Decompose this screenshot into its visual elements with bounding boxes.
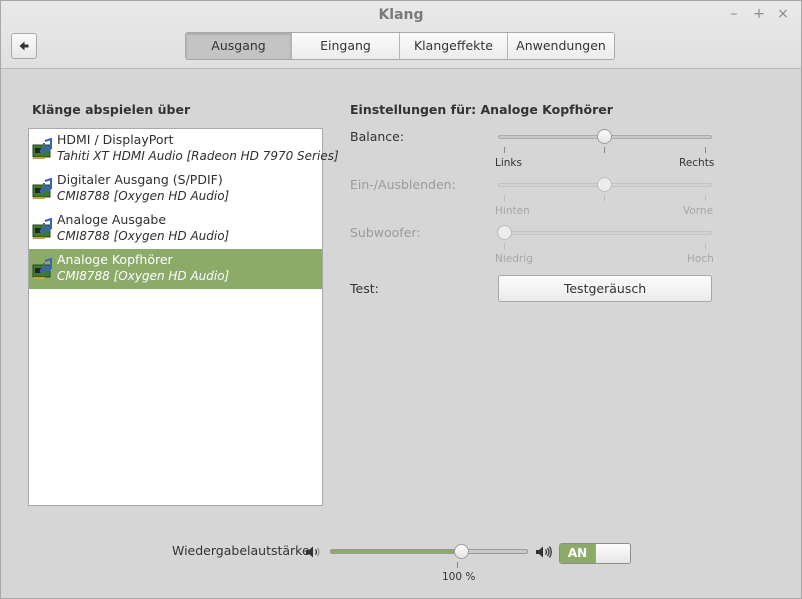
balance-label: Balance:: [350, 129, 405, 144]
fade-label: Ein-/Ausblenden:: [350, 177, 456, 192]
sound-settings-window: Klang – + × Ausgang Eingang Klangeffekte…: [0, 0, 802, 599]
mute-toggle-switch[interactable]: AN: [559, 543, 631, 564]
tab-bar: Ausgang Eingang Klangeffekte Anwendungen: [185, 32, 615, 60]
subwoofer-slider-knob[interactable]: [497, 225, 512, 240]
test-label: Test:: [350, 281, 379, 296]
subwoofer-left-label: Niedrig: [495, 253, 533, 265]
balance-tick-center: [604, 147, 605, 153]
volume-slider-fill: [331, 550, 463, 553]
tab-output[interactable]: Ausgang: [186, 33, 292, 59]
back-button[interactable]: [11, 33, 37, 59]
balance-left-label: Links: [495, 157, 522, 169]
tab-input[interactable]: Eingang: [292, 33, 400, 59]
device-item-spdif[interactable]: Digitaler Ausgang (S/PDIF) CMI8788 [Oxyg…: [29, 169, 322, 209]
device-name: HDMI / DisplayPort: [57, 132, 174, 147]
balance-tick-right: [705, 147, 706, 153]
toggle-handle: [595, 544, 630, 563]
device-item-analog-output[interactable]: Analoge Ausgabe CMI8788 [Oxygen HD Audio…: [29, 209, 322, 249]
device-description: CMI8788 [Oxygen HD Audio]: [57, 189, 230, 203]
subwoofer-slider[interactable]: [498, 231, 712, 235]
volume-low-icon: [306, 546, 320, 558]
window-title: Klang: [378, 7, 424, 23]
subwoofer-tick-right: [705, 243, 706, 249]
fade-slider-knob[interactable]: [597, 177, 612, 192]
device-list-title: Klänge abspielen über: [32, 102, 191, 117]
sound-card-icon: [32, 258, 52, 279]
fade-tick-right: [705, 195, 706, 201]
balance-tick-left: [504, 147, 505, 153]
maximize-button[interactable]: +: [750, 5, 768, 23]
volume-slider-knob[interactable]: [454, 544, 469, 559]
balance-slider-knob[interactable]: [597, 129, 612, 144]
tab-applications[interactable]: Anwendungen: [508, 33, 614, 59]
device-description: CMI8788 [Oxygen HD Audio]: [57, 269, 230, 283]
device-description: CMI8788 [Oxygen HD Audio]: [57, 229, 230, 243]
device-item-analog-headphones[interactable]: Analoge Kopfhörer CMI8788 [Oxygen HD Aud…: [29, 249, 322, 289]
subwoofer-right-label: Hoch: [687, 253, 714, 265]
arrow-left-icon: [19, 41, 29, 51]
toggle-on-label: AN: [560, 544, 595, 563]
fade-left-label: Hinten: [495, 205, 530, 217]
fade-right-label: Vorne: [683, 205, 714, 217]
subwoofer-tick-left: [504, 243, 505, 249]
tab-sound-effects[interactable]: Klangeffekte: [400, 33, 508, 59]
device-list: HDMI / DisplayPort Tahiti XT HDMI Audio …: [28, 128, 339, 506]
titlebar: Klang – + × Ausgang Eingang Klangeffekte…: [1, 1, 801, 69]
minimize-button[interactable]: –: [725, 5, 743, 23]
volume-high-icon: [536, 546, 552, 558]
device-name: Digitaler Ausgang (S/PDIF): [57, 172, 223, 187]
sound-card-icon: [32, 138, 52, 159]
subwoofer-label: Subwoofer:: [350, 225, 421, 240]
sound-card-icon: [32, 218, 52, 239]
device-item-hdmi[interactable]: HDMI / DisplayPort Tahiti XT HDMI Audio …: [29, 129, 339, 169]
close-button[interactable]: ×: [774, 5, 792, 23]
volume-slider[interactable]: [330, 549, 528, 554]
volume-tick-100: [457, 562, 458, 568]
device-name: Analoge Ausgabe: [57, 212, 167, 227]
test-sound-button[interactable]: Testgeräusch: [498, 275, 712, 302]
volume-value-label: 100 %: [442, 571, 476, 583]
fade-tick-left: [504, 195, 505, 201]
settings-title: Einstellungen für: Analoge Kopfhörer: [350, 102, 613, 117]
device-name: Analoge Kopfhörer: [57, 252, 173, 267]
volume-label: Wiedergabelautstärke:: [172, 543, 314, 558]
device-description: Tahiti XT HDMI Audio [Radeon HD 7970 Ser…: [57, 149, 339, 163]
fade-tick-center: [604, 195, 605, 201]
balance-right-label: Rechts: [679, 157, 715, 169]
sound-card-icon: [32, 178, 52, 199]
